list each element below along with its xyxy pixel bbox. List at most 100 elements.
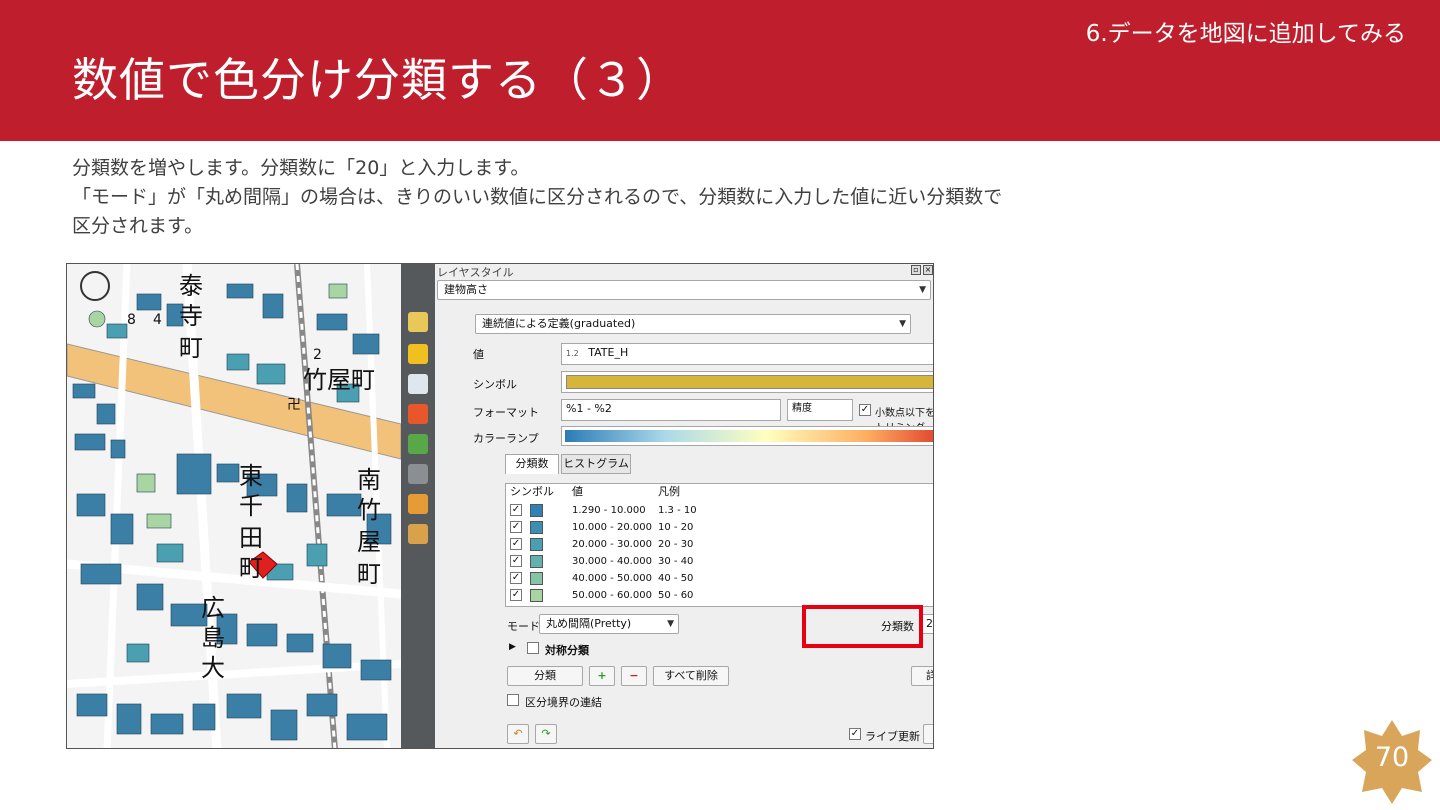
class-legend: 10 - 20 (658, 522, 694, 533)
layers-icon[interactable] (408, 494, 428, 514)
tab-histogram[interactable]: ヒストグラム (561, 454, 631, 474)
map-label: 町 (179, 334, 203, 362)
map-canvas[interactable]: 泰 寺 町 竹屋町 東 千 田 町 南 竹 屋 町 広 島 大 8 4 2 卍 (67, 264, 401, 748)
map-label: 広 (201, 594, 225, 622)
table-row[interactable]: ✓ 20.000 - 30.000 20 - 30 (506, 536, 933, 553)
advanced-button-label: 詳細設定 (926, 669, 933, 682)
label-abc-alt-icon[interactable] (408, 374, 428, 394)
class-value: 10.000 - 20.000 (572, 522, 652, 533)
close-icon[interactable]: × (923, 265, 933, 275)
label-abc-icon[interactable] (408, 344, 428, 364)
history-icon[interactable] (408, 524, 428, 544)
format-field[interactable]: %1 - %2 (561, 399, 781, 421)
class-legend: 40 - 50 (658, 573, 694, 584)
value-field-text: TATE_H (588, 346, 629, 359)
symbol-button[interactable] (561, 371, 933, 393)
cube-icon[interactable] (408, 404, 428, 424)
class-legend: 20 - 30 (658, 539, 694, 550)
color-ramp-button[interactable] (561, 426, 933, 446)
float-icon[interactable]: ▫ (911, 265, 921, 275)
style-tool-strip (401, 264, 435, 748)
field-type-prefix: 1.2 (566, 349, 579, 358)
mode-combo[interactable]: 丸め間隔(Pretty) ▼ (539, 614, 679, 634)
class-color-swatch[interactable] (530, 572, 543, 585)
map-label: 2 (313, 347, 322, 363)
body-line-3: 区分されます。 (72, 215, 204, 237)
map-label: 大 (201, 654, 225, 682)
value-label: 値 (473, 348, 484, 361)
map-label: 寺 (179, 302, 203, 330)
class-checkbox[interactable]: ✓ (510, 589, 522, 601)
header-band: 数値で色分け分類する（３） 6.データを地図に追加してみる (0, 0, 1440, 141)
page-number: 70 (1374, 742, 1410, 773)
classes-highlight-box (802, 605, 923, 648)
value-field[interactable]: 1.2 TATE_H (561, 343, 933, 365)
symbol-label: シンボル (473, 378, 517, 391)
symbol-swatch (566, 375, 933, 389)
effects-icon[interactable] (408, 464, 428, 484)
renderer-combo-value: 連続値による定義(graduated) (482, 317, 636, 330)
layer-style-panel: レイヤスタイル ▫ × 建物高さ ▼ 連続値による定義(graduated) ▼… (435, 264, 933, 748)
remove-class-button[interactable]: − (621, 666, 647, 686)
add-class-button[interactable]: + (589, 666, 615, 686)
renderer-combo[interactable]: 連続値による定義(graduated) ▼ (475, 314, 911, 334)
class-color-swatch[interactable] (530, 538, 543, 551)
table-row[interactable]: ✓ 10.000 - 20.000 10 - 20 (506, 519, 933, 536)
classify-button[interactable]: 分類 (507, 666, 583, 686)
table-row[interactable]: ✓ 40.000 - 50.000 40 - 50 (506, 570, 933, 587)
tab-classes[interactable]: 分類数 (505, 454, 559, 474)
map-label: 東 (239, 462, 263, 490)
table-row[interactable]: ✓ 1.290 - 10.000 1.3 - 10 (506, 502, 933, 519)
panel-title: レイヤスタイル (437, 266, 514, 279)
brush-icon[interactable] (408, 312, 428, 332)
precision-label: 精度 (792, 403, 812, 414)
mode-label: モード (507, 620, 540, 633)
map-label: 町 (239, 554, 263, 582)
class-color-swatch[interactable] (530, 589, 543, 602)
layer-combo[interactable]: 建物高さ ▼ (437, 280, 931, 300)
class-table[interactable]: シンボル 値 凡例 ✓ 1.290 - 10.000 1.3 - 10 ✓ 10.000… (505, 483, 933, 607)
delete-all-button[interactable]: すべて削除 (653, 666, 729, 686)
class-checkbox[interactable]: ✓ (510, 504, 522, 516)
layer-combo-value: 建物高さ (444, 283, 488, 296)
column-header-symbol: シンボル (510, 485, 554, 498)
chevron-down-icon: ▼ (919, 285, 926, 295)
class-checkbox[interactable]: ✓ (510, 555, 522, 567)
apply-button[interactable]: 適用 (923, 724, 933, 744)
map-label: 4 (153, 312, 162, 328)
color-ramp-gradient (565, 430, 933, 442)
precision-spinbox[interactable]: 精度 (787, 399, 853, 421)
redo-icon[interactable]: ↷ (535, 724, 557, 744)
advanced-button[interactable]: 詳細設定 (911, 666, 933, 686)
chevron-down-icon: ▼ (667, 619, 674, 629)
class-value: 40.000 - 50.000 (572, 573, 652, 584)
expand-arrow-icon[interactable]: ▶ (509, 642, 516, 652)
map-label: 泰 (179, 272, 203, 300)
map-label: 町 (357, 560, 381, 588)
column-header-legend: 凡例 (658, 485, 680, 498)
class-value: 1.290 - 10.000 (572, 505, 646, 516)
live-update-label: ライブ更新 (865, 730, 920, 743)
class-legend: 1.3 - 10 (658, 505, 697, 516)
table-row[interactable]: ✓ 30.000 - 40.000 30 - 40 (506, 553, 933, 570)
body-line-1: 分類数を増やします。分類数に「20」と入力します。 (72, 157, 530, 179)
class-color-swatch[interactable] (530, 521, 543, 534)
live-update-checkbox[interactable]: ✓ (849, 728, 861, 740)
table-row[interactable]: ✓ 50.000 - 60.000 50 - 60 (506, 587, 933, 604)
class-value: 20.000 - 30.000 (572, 539, 652, 550)
symmetric-checkbox[interactable] (527, 642, 539, 654)
link-boundaries-checkbox[interactable] (507, 694, 519, 706)
diagram-icon[interactable] (408, 434, 428, 454)
class-color-swatch[interactable] (530, 504, 543, 517)
map-label: 8 (127, 312, 136, 328)
class-value: 30.000 - 40.000 (572, 556, 652, 567)
class-color-swatch[interactable] (530, 555, 543, 568)
undo-icon[interactable]: ↶ (507, 724, 529, 744)
slide-title: 数値で色分け分類する（３） (72, 53, 683, 107)
trim-checkbox[interactable]: ✓ (859, 404, 871, 416)
class-checkbox[interactable]: ✓ (510, 521, 522, 533)
class-checkbox[interactable]: ✓ (510, 572, 522, 584)
link-boundaries-label: 区分境界の連結 (525, 696, 602, 709)
class-checkbox[interactable]: ✓ (510, 538, 522, 550)
class-legend: 30 - 40 (658, 556, 694, 567)
